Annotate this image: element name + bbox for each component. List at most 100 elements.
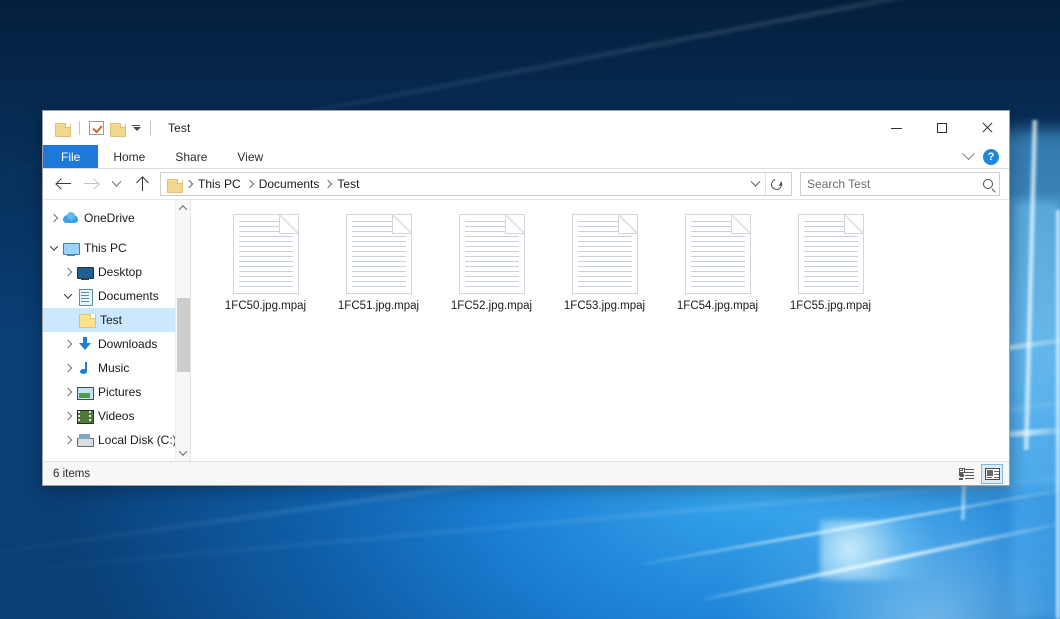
sidebar-item-pictures[interactable]: Pictures [43, 380, 190, 404]
sidebar-item-label: Documents [98, 289, 159, 303]
chevron-down-icon[interactable] [962, 147, 975, 160]
tab-share[interactable]: Share [160, 145, 222, 168]
chevron-right-icon[interactable] [64, 388, 72, 396]
close-button[interactable] [964, 111, 1009, 145]
file-name: 1FC52.jpg.mpaj [451, 300, 532, 312]
window-controls [874, 111, 1009, 145]
file-name: 1FC53.jpg.mpaj [564, 300, 645, 312]
minimize-icon [891, 128, 902, 129]
list-item[interactable]: 1FC55.jpg.mpaj [774, 212, 887, 312]
folder-icon[interactable] [55, 122, 70, 135]
chevron-down-icon [750, 176, 760, 186]
file-explorer-window: Test File Home Share View ? [42, 110, 1010, 486]
file-name: 1FC50.jpg.mpaj [225, 300, 306, 312]
generic-file-icon [798, 214, 864, 294]
sidebar-item-this-pc[interactable]: This PC [43, 236, 190, 260]
sidebar-item-label: Test [100, 313, 122, 327]
details-view-button[interactable] [955, 464, 977, 484]
forward-arrow-icon [83, 178, 98, 190]
minimize-button[interactable] [874, 111, 919, 145]
sidebar-item-videos[interactable]: Videos [43, 404, 190, 428]
sidebar-item-label: Downloads [98, 337, 157, 351]
search-placeholder: Search Test [807, 177, 983, 191]
navigation-tree: OneDrive This PC Desktop [43, 200, 190, 452]
list-item[interactable]: 1FC50.jpg.mpaj [209, 212, 322, 312]
generic-file-icon [459, 214, 525, 294]
chevron-down-icon[interactable] [50, 242, 58, 250]
sidebar-item-documents[interactable]: Documents [43, 284, 190, 308]
sidebar-item-label: OneDrive [84, 211, 135, 225]
chevron-right-icon[interactable] [64, 340, 72, 348]
view-mode-buttons [955, 464, 1003, 484]
refresh-button[interactable] [765, 173, 787, 195]
sidebar-item-desktop[interactable]: Desktop [43, 260, 190, 284]
sidebar-item-label: Local Disk (C:) [98, 433, 177, 447]
search-input[interactable]: Search Test [800, 172, 1000, 196]
chevron-right-icon[interactable] [64, 412, 72, 420]
tab-file[interactable]: File [43, 145, 98, 168]
scroll-up-arrow-icon[interactable] [176, 200, 191, 216]
new-folder-icon[interactable] [110, 122, 125, 135]
sidebar-item-onedrive[interactable]: OneDrive [43, 206, 190, 230]
sidebar-item-local-disk[interactable]: Local Disk (C:) [43, 428, 190, 452]
navigation-pane: OneDrive This PC Desktop [43, 200, 191, 461]
file-name: 1FC54.jpg.mpaj [677, 300, 758, 312]
chevron-right-icon[interactable] [64, 436, 72, 444]
desktop: Test File Home Share View ? [0, 0, 1060, 619]
sidebar-item-downloads[interactable]: Downloads [43, 332, 190, 356]
sidebar-item-label: Videos [98, 409, 134, 423]
window-body: OneDrive This PC Desktop [43, 199, 1009, 461]
scrollbar-thumb[interactable] [177, 298, 190, 371]
list-item[interactable]: 1FC52.jpg.mpaj [435, 212, 548, 312]
close-icon [981, 122, 993, 134]
properties-icon[interactable] [89, 121, 104, 135]
large-icons-view-button[interactable] [981, 464, 1003, 484]
title-bar: Test [43, 111, 1009, 145]
folder-icon [79, 313, 95, 327]
address-bar: This PC Documents Test Search Test [43, 169, 1009, 199]
help-icon[interactable]: ? [983, 149, 999, 165]
chevron-right-icon [185, 180, 193, 188]
tab-view[interactable]: View [222, 145, 278, 168]
tab-home[interactable]: Home [98, 145, 160, 168]
generic-file-icon [685, 214, 751, 294]
sidebar-item-label: Pictures [98, 385, 141, 399]
breadcrumb-item-this-pc[interactable]: This PC [193, 177, 246, 191]
navigation-scrollbar[interactable] [175, 200, 190, 461]
chevron-right-icon[interactable] [64, 364, 72, 372]
list-item[interactable]: 1FC54.jpg.mpaj [661, 212, 774, 312]
chevron-right-icon [245, 180, 253, 188]
chevron-right-icon [324, 180, 332, 188]
up-button[interactable] [130, 172, 154, 196]
chevron-right-icon[interactable] [64, 268, 72, 276]
chevron-down-icon [111, 176, 121, 186]
breadcrumb: This PC Documents Test [185, 177, 745, 191]
recent-locations-button[interactable] [104, 172, 128, 196]
address-input[interactable]: This PC Documents Test [160, 172, 792, 196]
list-item[interactable]: 1FC51.jpg.mpaj [322, 212, 435, 312]
breadcrumb-item-test[interactable]: Test [332, 177, 364, 191]
file-list-view[interactable]: 1FC50.jpg.mpaj 1FC51.jpg.mpaj [191, 200, 1009, 461]
sidebar-item-label: Music [98, 361, 129, 375]
chevron-right-icon[interactable] [50, 214, 58, 222]
sidebar-item-music[interactable]: Music [43, 356, 190, 380]
music-icon [77, 361, 93, 376]
chevron-down-icon[interactable] [64, 290, 72, 298]
search-icon[interactable] [983, 179, 993, 189]
forward-button[interactable] [78, 172, 102, 196]
quick-access-toolbar: Test [43, 121, 190, 135]
breadcrumb-item-documents[interactable]: Documents [254, 177, 325, 191]
chevron-down-icon[interactable] [131, 125, 141, 131]
sidebar-item-test[interactable]: Test [43, 308, 190, 332]
list-item[interactable]: 1FC53.jpg.mpaj [548, 212, 661, 312]
maximize-button[interactable] [919, 111, 964, 145]
address-dropdown-button[interactable] [745, 173, 765, 195]
back-button[interactable] [52, 172, 76, 196]
divider [150, 121, 151, 135]
scroll-down-arrow-icon[interactable] [176, 445, 191, 461]
up-arrow-icon [136, 177, 149, 191]
ribbon-right-controls: ? [964, 145, 1009, 168]
scrollbar-track[interactable] [176, 216, 191, 445]
sidebar-item-label: Desktop [98, 265, 142, 279]
download-icon [77, 337, 93, 352]
